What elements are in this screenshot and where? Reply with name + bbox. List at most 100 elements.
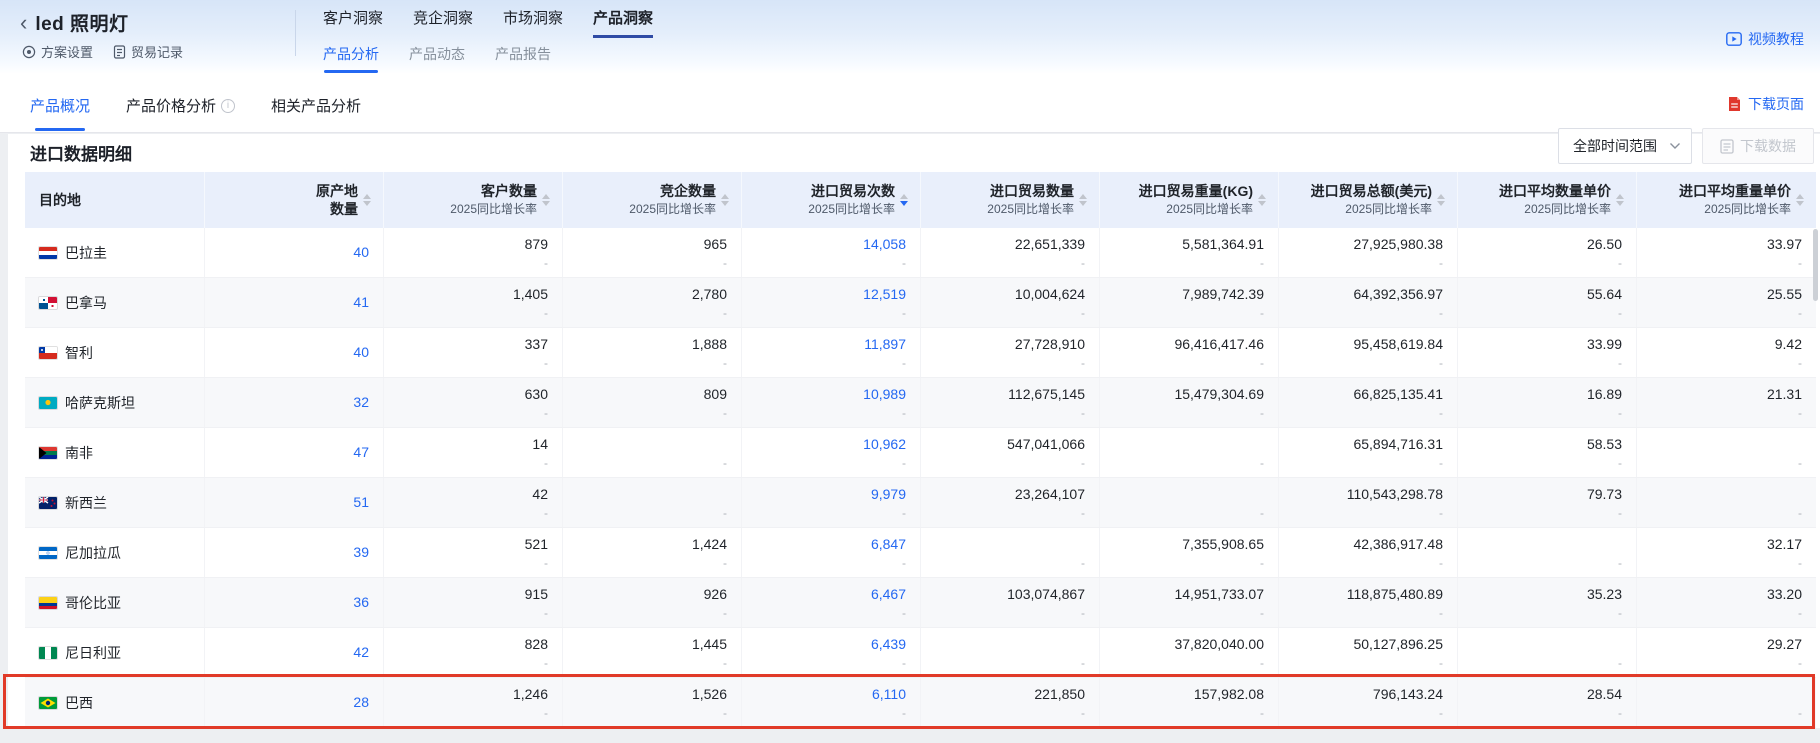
table-row-chile[interactable]: 智利40337-1,888-11,897-27,728,910-96,416,4…: [25, 328, 1816, 378]
sort-asc-icon[interactable]: [721, 194, 729, 199]
sort-asc-icon[interactable]: [1796, 194, 1804, 199]
origin-count-link[interactable]: 39: [353, 543, 369, 562]
table-row-paraguay[interactable]: 巴拉圭40879-965-14,058-22,651,339-5,581,364…: [25, 228, 1816, 278]
column-header-import-trade-amount[interactable]: 进口贸易总额(美元)2025同比增长率: [1279, 172, 1458, 228]
import-trade-times-value[interactable]: 11,897: [864, 335, 906, 354]
sort-desc-icon[interactable]: [1437, 201, 1445, 206]
column-title: 进口贸易数量: [990, 182, 1074, 201]
origin-count-link[interactable]: 40: [353, 343, 369, 362]
import-trade-times-growth: -: [902, 605, 906, 621]
sort-desc-icon[interactable]: [1079, 201, 1087, 206]
origin-count-link[interactable]: 41: [353, 293, 369, 312]
origin-count-link[interactable]: 42: [353, 643, 369, 662]
origin-count-link[interactable]: 36: [353, 593, 369, 612]
column-growth-label: 2025同比增长率: [1704, 201, 1791, 218]
sort-desc-icon[interactable]: [1796, 201, 1804, 206]
import-trade-amount-value: 796,143.24: [1373, 685, 1443, 704]
plan-settings-link[interactable]: 方案设置: [22, 42, 93, 61]
import-trade-times-value[interactable]: 10,989: [863, 385, 906, 404]
primary-tab-competitor-insight[interactable]: 竞企洞察: [413, 7, 473, 38]
column-header-competitor-count[interactable]: 竞企数量2025同比增长率: [563, 172, 742, 228]
secondary-tab-product-analysis[interactable]: 产品分析: [323, 44, 379, 64]
vertical-scrollbar[interactable]: [1813, 229, 1818, 301]
primary-tab-product-insight[interactable]: 产品洞察: [593, 7, 653, 38]
import-avg-weight-price-cell: 21.31-: [1637, 378, 1816, 427]
panama-flag-icon: [39, 297, 57, 309]
table-row-nicaragua[interactable]: 尼加拉瓜39521-1,424-6,847--7,355,908.65-42,3…: [25, 528, 1816, 578]
column-header-import-trade-times[interactable]: 进口贸易次数2025同比增长率: [742, 172, 921, 228]
import-trade-times-value[interactable]: 6,439: [871, 635, 906, 654]
import-avg-weight-price-value: 9.42: [1775, 335, 1802, 354]
sort-desc-icon[interactable]: [1258, 201, 1266, 206]
column-header-import-trade-quantity[interactable]: 进口贸易数量2025同比增长率: [921, 172, 1100, 228]
primary-tab-customer-insight[interactable]: 客户洞察: [323, 7, 383, 38]
sort-carets-import-avg-quantity-price[interactable]: [1616, 194, 1624, 206]
table-row-south-africa[interactable]: 南非4714--10,962-547,041,066--65,894,716.3…: [25, 428, 1816, 478]
info-icon[interactable]: i: [221, 99, 235, 113]
table-row-nigeria[interactable]: 尼日利亚42828-1,445-6,439--37,820,040.00-50,…: [25, 628, 1816, 678]
sort-asc-icon[interactable]: [1258, 194, 1266, 199]
column-header-import-avg-weight-price[interactable]: 进口平均重量单价2025同比增长率: [1637, 172, 1816, 228]
sort-asc-icon[interactable]: [1437, 194, 1445, 199]
download-data-label: 下载数据: [1740, 136, 1796, 156]
sort-asc-icon[interactable]: [1079, 194, 1087, 199]
origin-count-link[interactable]: 47: [353, 443, 369, 462]
origin-count-link[interactable]: 51: [353, 493, 369, 512]
secondary-tab-product-report[interactable]: 产品报告: [495, 44, 551, 64]
sort-desc-icon[interactable]: [900, 201, 908, 206]
trade-records-link[interactable]: 贸易记录: [113, 42, 183, 61]
time-range-select[interactable]: 全部时间范围: [1558, 128, 1692, 164]
import-trade-times-value[interactable]: 12,519: [863, 285, 906, 304]
sort-desc-icon[interactable]: [363, 201, 371, 206]
customer-count-growth: -: [544, 505, 548, 521]
destination-name: 尼加拉瓜: [65, 543, 121, 563]
import-avg-quantity-price-growth: -: [1618, 355, 1622, 371]
table-row-new-zealand[interactable]: 新西兰5142--9,979-23,264,107--110,543,298.7…: [25, 478, 1816, 528]
sort-asc-icon[interactable]: [363, 194, 371, 199]
import-trade-times-value[interactable]: 14,058: [863, 235, 906, 254]
table-row-brazil[interactable]: 巴西281,246-1,526-6,110-221,850-157,982.08…: [25, 678, 1816, 728]
sort-carets-import-avg-weight-price[interactable]: [1796, 194, 1804, 206]
primary-tab-market-insight[interactable]: 市场洞察: [503, 7, 563, 38]
import-trade-times-value[interactable]: 10,962: [863, 435, 906, 454]
sort-desc-icon[interactable]: [721, 201, 729, 206]
column-header-origin-count[interactable]: 原产地数量: [205, 172, 384, 228]
import-trade-times-value[interactable]: 6,467: [871, 585, 906, 604]
sort-carets-competitor-count[interactable]: [721, 194, 729, 206]
table-row-panama[interactable]: 巴拿马411,405-2,780-12,519-10,004,624-7,989…: [25, 278, 1816, 328]
download-data-button[interactable]: 下载数据: [1702, 128, 1814, 164]
sort-asc-icon[interactable]: [1616, 194, 1624, 199]
secondary-tab-product-trends[interactable]: 产品动态: [409, 44, 465, 64]
sort-asc-icon[interactable]: [542, 194, 550, 199]
sort-carets-import-trade-times[interactable]: [900, 194, 908, 206]
origin-count-link[interactable]: 28: [353, 693, 369, 712]
sort-carets-import-trade-weight[interactable]: [1258, 194, 1266, 206]
import-avg-quantity-price-value: 16.89: [1587, 385, 1622, 404]
column-header-customer-count[interactable]: 客户数量2025同比增长率: [384, 172, 563, 228]
origin-count-link[interactable]: 32: [353, 393, 369, 412]
sort-carets-origin-count[interactable]: [363, 194, 371, 206]
video-tutorial-link[interactable]: 视频教程: [1726, 29, 1804, 49]
back-chevron-icon[interactable]: ‹: [20, 12, 27, 34]
tab-product-overview[interactable]: 产品概况: [30, 95, 90, 116]
import-trade-amount-value: 110,543,298.78: [1347, 485, 1443, 504]
import-trade-times-value[interactable]: 6,847: [871, 535, 906, 554]
sort-desc-icon[interactable]: [542, 201, 550, 206]
excel-icon: [1720, 139, 1734, 154]
sort-asc-icon[interactable]: [900, 194, 908, 199]
column-header-import-avg-quantity-price[interactable]: 进口平均数量单价2025同比增长率: [1458, 172, 1637, 228]
origin-count-link[interactable]: 40: [353, 243, 369, 262]
table-row-colombia[interactable]: 哥伦比亚36915-926-6,467-103,074,867-14,951,7…: [25, 578, 1816, 628]
sort-carets-import-trade-amount[interactable]: [1437, 194, 1445, 206]
download-page-link[interactable]: 下载页面: [1727, 94, 1804, 114]
import-trade-times-value[interactable]: 9,979: [871, 485, 906, 504]
column-header-import-trade-weight[interactable]: 进口贸易重量(KG)2025同比增长率: [1100, 172, 1279, 228]
import-trade-times-value[interactable]: 6,110: [872, 685, 906, 704]
import-trade-quantity-growth: -: [1081, 255, 1085, 271]
sort-carets-import-trade-quantity[interactable]: [1079, 194, 1087, 206]
table-row-kazakhstan[interactable]: 哈萨克斯坦32630-809-10,989-112,675,145-15,479…: [25, 378, 1816, 428]
tab-related-product-analysis[interactable]: 相关产品分析: [271, 95, 361, 116]
tab-product-price-analysis[interactable]: 产品价格分析i: [126, 95, 235, 116]
sort-desc-icon[interactable]: [1616, 201, 1624, 206]
sort-carets-customer-count[interactable]: [542, 194, 550, 206]
